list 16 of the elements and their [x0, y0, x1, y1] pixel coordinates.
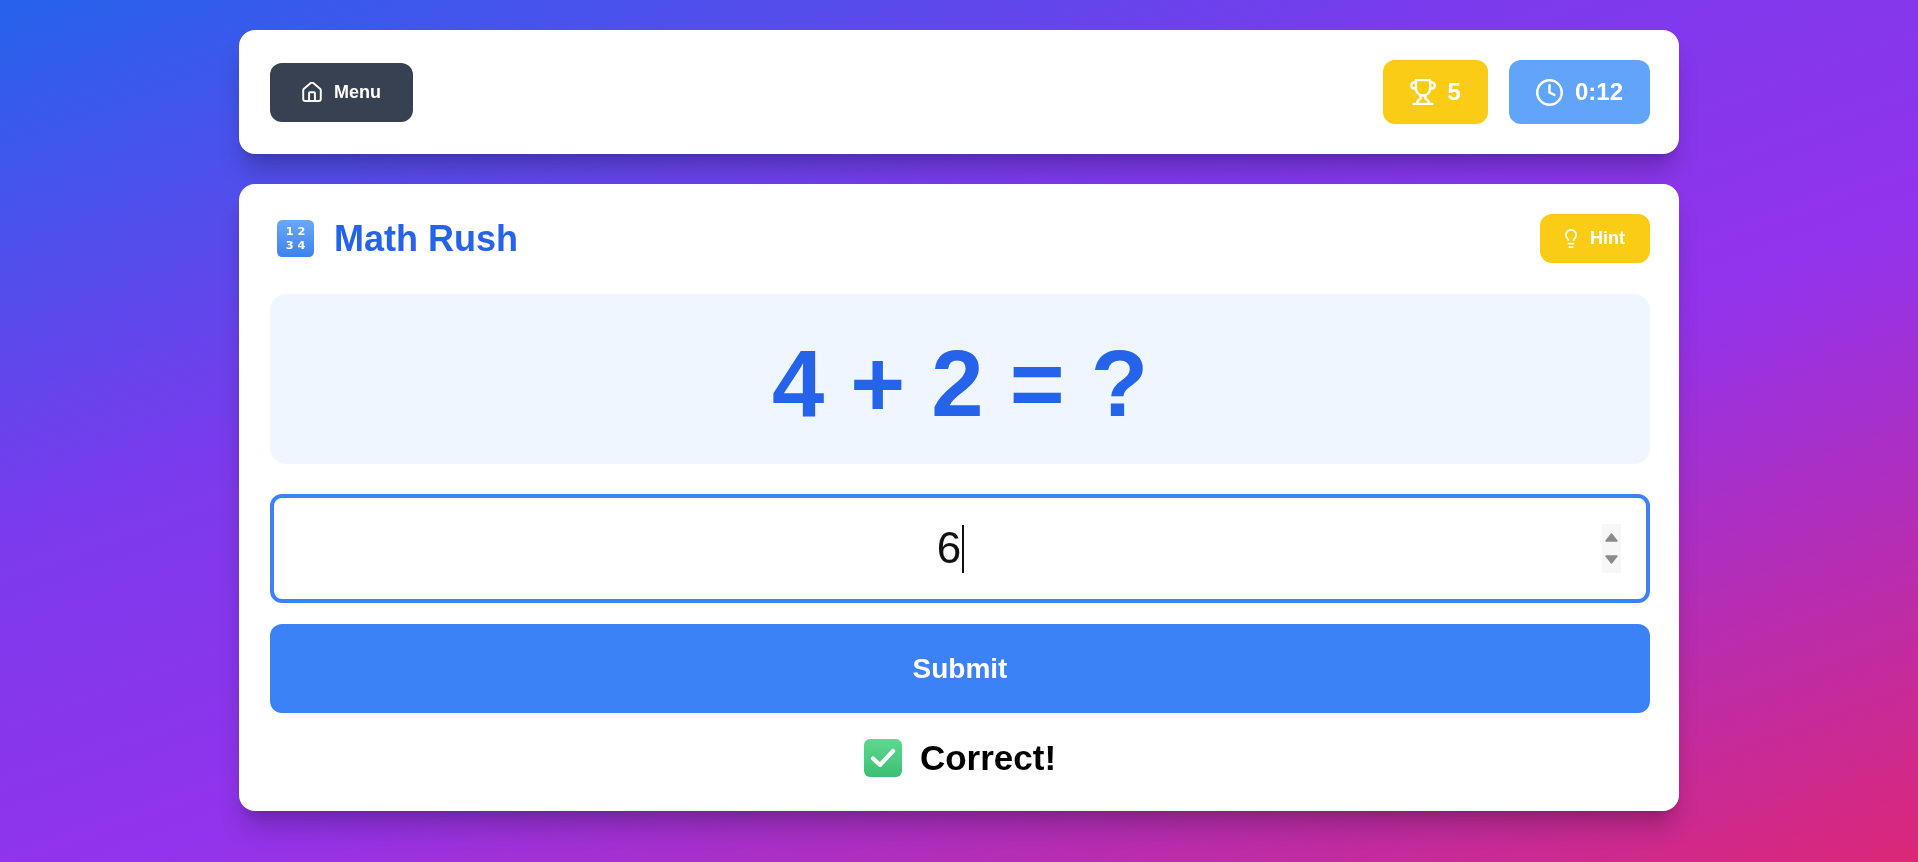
submit-button[interactable]: Submit	[270, 624, 1650, 713]
lightbulb-icon	[1565, 229, 1577, 248]
score-value: 5	[1447, 78, 1461, 106]
clock-icon	[1535, 78, 1563, 106]
trophy-icon	[1409, 79, 1436, 105]
home-icon	[302, 82, 322, 102]
spinner-arrows-icon[interactable]	[1602, 524, 1621, 573]
answer-field[interactable]: 6	[270, 494, 1650, 603]
feedback-message: Correct!	[919, 737, 1057, 779]
text-cursor	[962, 524, 965, 573]
game-title: Math Rush	[334, 216, 518, 261]
menu-button[interactable]: Menu	[270, 62, 413, 122]
number-tile-icon: 1 2 3 4	[277, 220, 314, 257]
timer-value: 0:12	[1574, 78, 1623, 106]
check-mark-icon	[863, 739, 902, 777]
math-problem: 4 + 2 = ?	[771, 330, 1149, 436]
